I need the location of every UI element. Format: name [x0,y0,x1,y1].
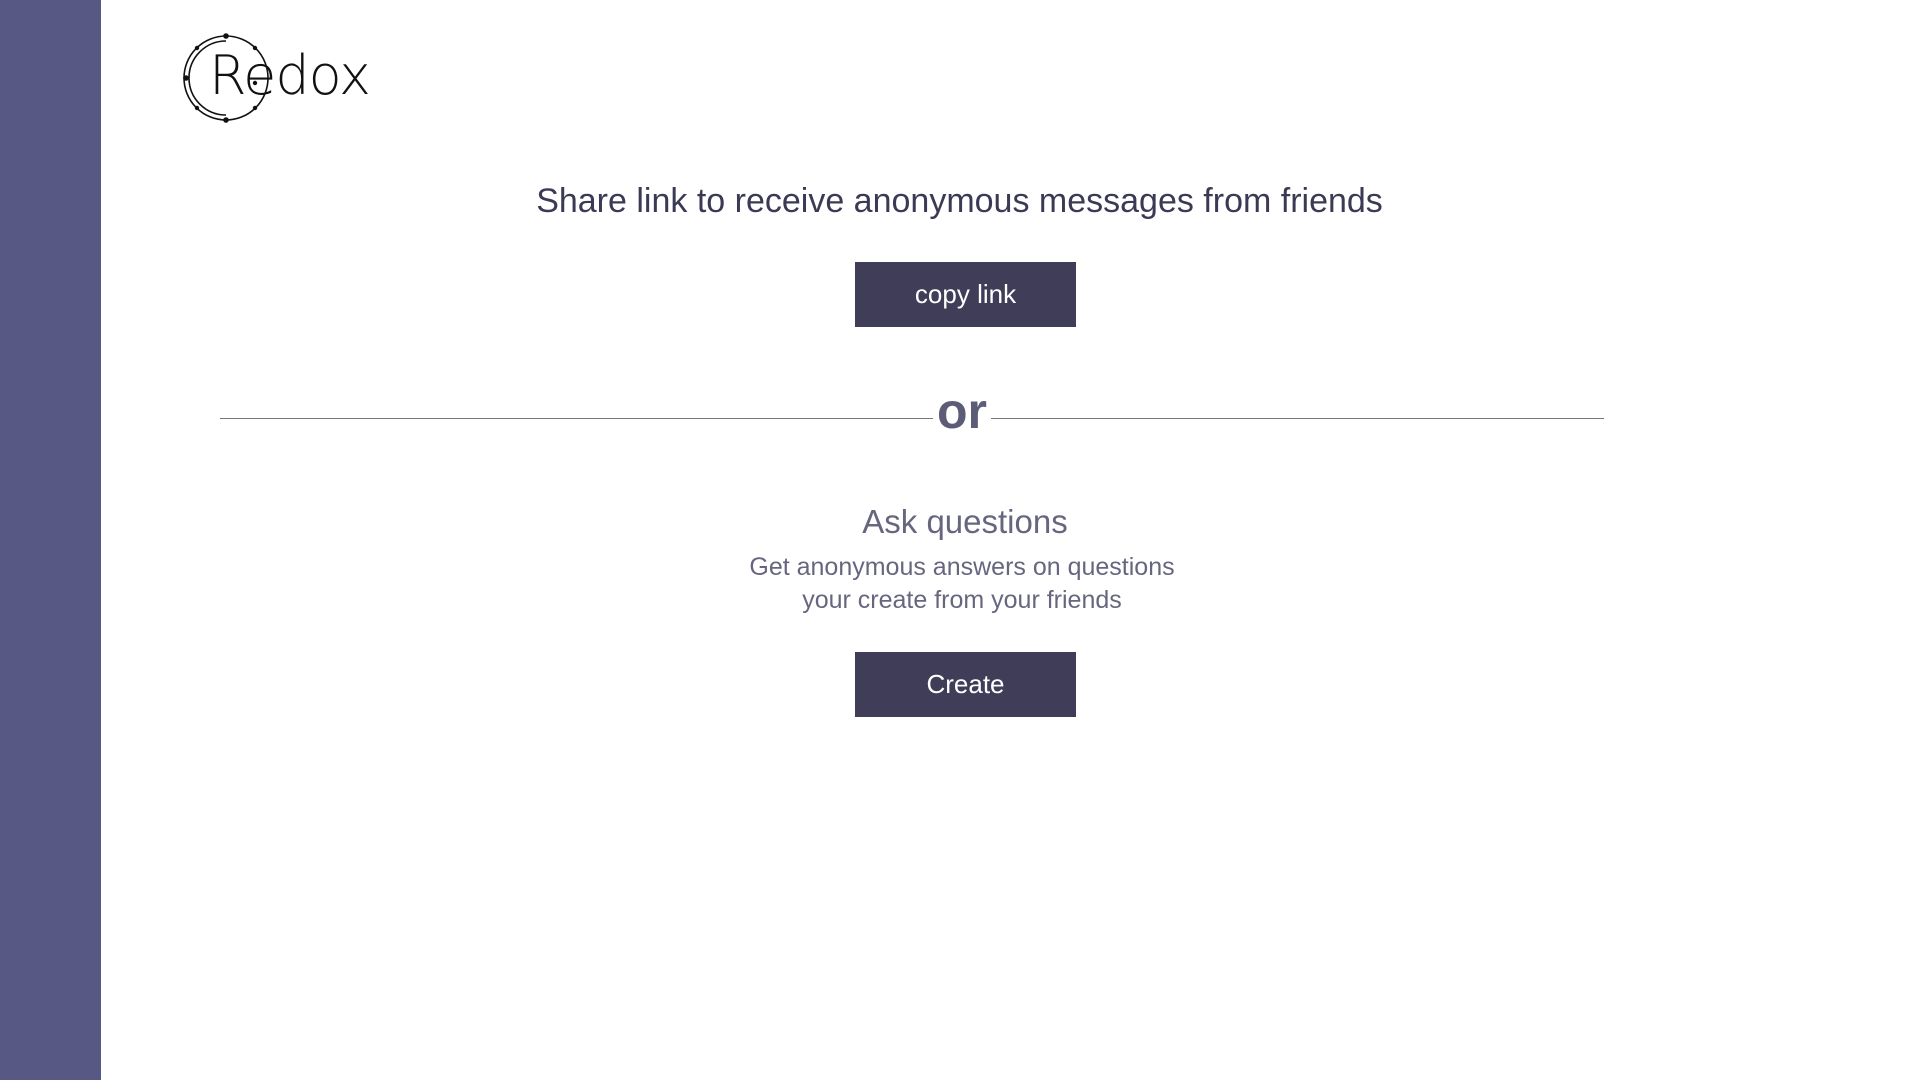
divider-line-right [991,418,1604,419]
create-button[interactable]: Create [855,652,1076,717]
ask-description-line-2: your create from your friends [802,586,1122,614]
logo-text: Redox [209,44,371,107]
ask-description-line-1: Get anonymous answers on questions [749,553,1175,581]
main-content: Redox Share link to receive anonymous me… [101,0,1920,1080]
copy-link-button[interactable]: copy link [855,262,1076,327]
share-heading: Share link to receive anonymous messages… [536,182,1383,220]
ask-questions-description: Get anonymous answers on questions your … [101,551,1823,617]
sidebar [0,0,101,1080]
divider-line-left [220,418,933,419]
ask-questions-heading: Ask questions [862,503,1068,540]
redox-logo[interactable]: Redox [182,32,371,124]
or-divider-label: or [937,383,987,439]
